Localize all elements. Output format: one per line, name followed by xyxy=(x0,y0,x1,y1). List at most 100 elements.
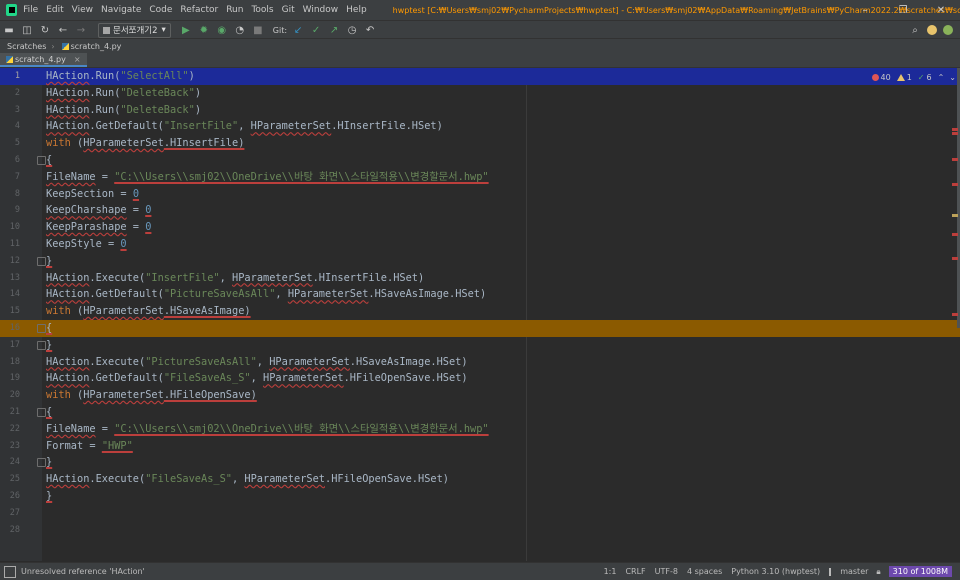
menu-tools[interactable]: Tools xyxy=(251,5,273,15)
debug-icon[interactable]: ✹ xyxy=(197,23,211,37)
code-line[interactable]: 14 HAction.GetDefault("PictureSaveAsAll",… xyxy=(0,286,960,303)
profile-icon[interactable]: ◔ xyxy=(233,23,247,37)
code-line[interactable]: 13 HAction.Execute("InsertFile", HParamet… xyxy=(0,270,960,287)
fold-marker-icon[interactable] xyxy=(37,156,46,165)
line-separator[interactable]: CRLF xyxy=(625,567,645,576)
menu-navigate[interactable]: Navigate xyxy=(101,5,141,15)
menu-help[interactable]: Help xyxy=(346,5,367,15)
code-line[interactable]: 25 HAction.Execute("FileSaveAs_S", HParam… xyxy=(0,471,960,488)
forward-icon[interactable]: → xyxy=(74,23,88,37)
minimize-button[interactable]: – xyxy=(846,0,884,20)
code-line[interactable]: 24} xyxy=(0,454,960,471)
window-controls: – ❐ ✕ xyxy=(846,0,960,20)
code-line[interactable]: 10 KeepParashape = 0 xyxy=(0,219,960,236)
line-number: 10 xyxy=(9,222,20,233)
code-line[interactable]: 4 HAction.GetDefault("InsertFile", HParam… xyxy=(0,118,960,135)
back-icon[interactable]: ← xyxy=(56,23,70,37)
close-tab-icon[interactable]: × xyxy=(74,55,81,64)
code-line[interactable]: 17} xyxy=(0,337,960,354)
fold-marker-icon[interactable] xyxy=(37,408,46,417)
inspection-widget[interactable]: 40 1 ✓ 6 ⌃ ⌄ xyxy=(871,70,956,84)
close-window-button[interactable]: ✕ xyxy=(922,0,960,20)
fold-marker-icon[interactable] xyxy=(37,256,46,266)
code-line[interactable]: 19 HAction.GetDefault("FileSaveAs_S", HPa… xyxy=(0,370,960,387)
toolbar-right: ⌕ xyxy=(906,21,956,39)
code-line[interactable]: 20 with (HParameterSet.HFileOpenSave) xyxy=(0,387,960,404)
line-number: 3 xyxy=(14,104,20,115)
save-all-icon[interactable]: ◫ xyxy=(20,23,34,37)
warning-stripe-mark[interactable] xyxy=(952,214,958,217)
error-stripe-mark[interactable] xyxy=(952,313,958,316)
code-line[interactable]: 23 Format = "HWP" xyxy=(0,438,960,455)
code-line[interactable]: 1 HAction.Run("SelectAll") xyxy=(0,68,960,85)
git-update-icon[interactable]: ↙ xyxy=(291,23,305,37)
lock-icon[interactable]: 🔒︎ xyxy=(876,567,880,577)
chevron-up-icon[interactable]: ⌃ xyxy=(938,73,945,82)
error-stripe-mark[interactable] xyxy=(952,233,958,236)
memory-indicator[interactable]: 310 of 1008M xyxy=(888,566,952,577)
code-line[interactable]: 5 with (HParameterSet.HInsertFile) xyxy=(0,135,960,152)
menu-bar: File Edit View Navigate Code Refactor Ru… xyxy=(0,0,960,20)
git-label: Git: xyxy=(272,25,288,35)
menu-code[interactable]: Code xyxy=(149,5,172,15)
fold-marker-icon[interactable] xyxy=(37,340,46,350)
code-editor[interactable]: 1 HAction.Run("SelectAll") 2 HAction.Run("… xyxy=(0,68,960,561)
code-text: HAction.Execute("PictureSaveAsAll", HPar… xyxy=(46,355,468,368)
caret-position[interactable]: 1:1 xyxy=(604,567,617,576)
git-history-icon[interactable]: ◷ xyxy=(345,23,359,37)
breadcrumb-file[interactable]: scratch_4.py xyxy=(61,42,121,51)
code-line[interactable]: 9 KeepCharshape = 0 xyxy=(0,202,960,219)
code-line[interactable]: 27 xyxy=(0,505,960,522)
code-line[interactable]: 28 xyxy=(0,522,960,539)
tool-window-toggle-icon[interactable] xyxy=(4,565,16,578)
code-line[interactable]: 7 FileName = "C:\\Users\\smj02\\OneDrive\… xyxy=(0,169,960,186)
menu-edit[interactable]: Edit xyxy=(46,5,63,15)
tab-scratch-4[interactable]: scratch_4.py × xyxy=(0,53,87,67)
python-interpreter[interactable]: Python 3.10 (hwptest) xyxy=(731,567,820,576)
line-number: 28 xyxy=(9,524,20,535)
open-folder-icon[interactable]: ▬ xyxy=(2,23,16,37)
git-rollback-icon[interactable]: ↶ xyxy=(363,23,377,37)
code-line[interactable]: 8 KeepSection = 0 xyxy=(0,186,960,203)
menu-file[interactable]: File xyxy=(23,5,38,15)
updates-icon[interactable] xyxy=(927,25,937,35)
menu-window[interactable]: Window xyxy=(303,5,339,15)
code-line[interactable]: 2 HAction.Run("DeleteBack") xyxy=(0,85,960,102)
code-line[interactable]: 3 HAction.Run("DeleteBack") xyxy=(0,102,960,119)
error-stripe[interactable] xyxy=(952,68,958,561)
stop-icon[interactable]: ■ xyxy=(251,23,265,37)
error-stripe-mark[interactable] xyxy=(952,183,958,186)
code-line[interactable]: 16 { xyxy=(0,320,960,337)
code-line[interactable]: 18 HAction.Execute("PictureSaveAsAll", HP… xyxy=(0,354,960,371)
menu-view[interactable]: View xyxy=(72,5,93,15)
menu-refactor[interactable]: Refactor xyxy=(180,5,218,15)
run-icon[interactable]: ▶ xyxy=(179,23,193,37)
fold-marker-icon[interactable] xyxy=(37,324,46,333)
git-push-icon[interactable]: ↗ xyxy=(327,23,341,37)
search-icon[interactable]: ⌕ xyxy=(908,23,922,37)
run-config-select[interactable]: 문서쪼개기2 ▾ xyxy=(98,22,171,38)
indent-setting[interactable]: 4 spaces xyxy=(687,567,722,576)
code-line[interactable]: 11 KeepStyle = 0 xyxy=(0,236,960,253)
coverage-icon[interactable]: ◉ xyxy=(215,23,229,37)
error-stripe-mark[interactable] xyxy=(952,132,958,135)
error-stripe-mark[interactable] xyxy=(952,158,958,161)
maximize-button[interactable]: ❐ xyxy=(884,0,922,20)
code-line[interactable]: 26} xyxy=(0,488,960,505)
code-line[interactable]: 22 FileName = "C:\\Users\\smj02\\OneDrive… xyxy=(0,421,960,438)
error-stripe-mark[interactable] xyxy=(952,128,958,131)
code-line[interactable]: 6{ xyxy=(0,152,960,169)
git-commit-icon[interactable]: ✓ xyxy=(309,23,323,37)
git-branch[interactable]: master xyxy=(829,567,868,576)
error-stripe-mark[interactable] xyxy=(952,257,958,260)
sync-icon[interactable]: ↻ xyxy=(38,23,52,37)
code-line[interactable]: 12} xyxy=(0,253,960,270)
menu-git[interactable]: Git xyxy=(282,5,295,15)
code-line[interactable]: 15 with (HParameterSet.HSaveAsImage) xyxy=(0,303,960,320)
code-line[interactable]: 21 { xyxy=(0,404,960,421)
file-encoding[interactable]: UTF-8 xyxy=(655,567,678,576)
menu-run[interactable]: Run xyxy=(226,5,243,15)
breadcrumb-scratches[interactable]: Scratches xyxy=(7,42,46,51)
plugins-icon[interactable] xyxy=(943,25,953,35)
fold-marker-icon[interactable] xyxy=(37,458,46,468)
